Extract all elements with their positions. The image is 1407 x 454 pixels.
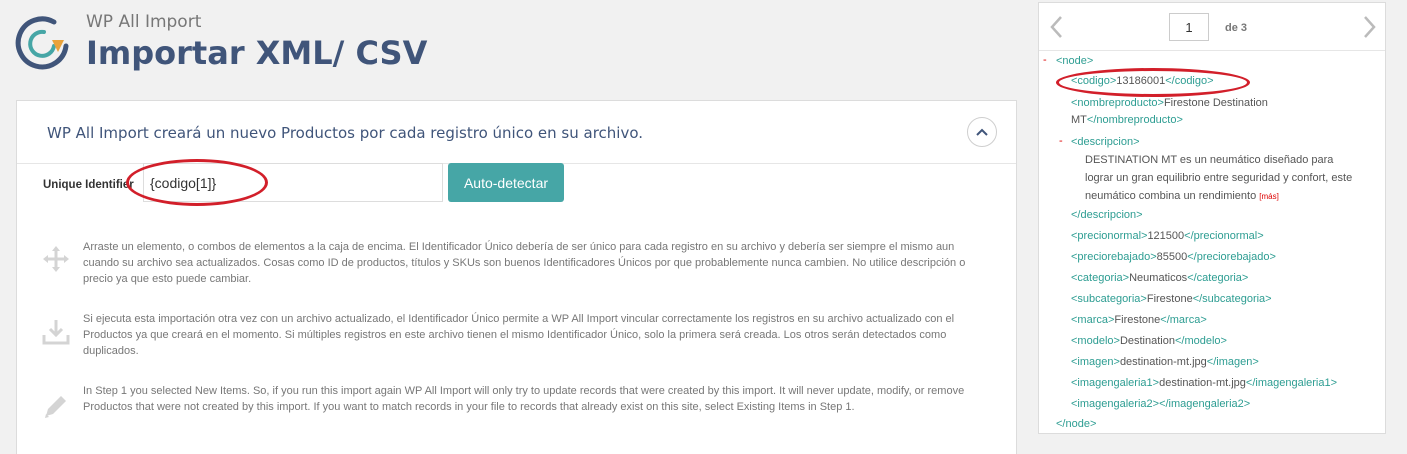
xml-marca[interactable]: <marca>Firestone</marca> [1071, 313, 1207, 327]
xml-precionormal[interactable]: <precionormal>121500</precionormal> [1071, 229, 1264, 243]
pencil-icon [45, 396, 66, 418]
page-number-input[interactable] [1169, 13, 1209, 41]
xml-nombreproducto[interactable]: <nombreproducto>Firestone Destination [1071, 96, 1268, 110]
chevron-up-icon [976, 128, 988, 136]
xml-descripcion-close: </descripcion> [1071, 209, 1143, 221]
more-link[interactable]: [más] [1259, 192, 1279, 201]
xml-node-open[interactable]: <node> [1056, 54, 1093, 68]
collapse-node-toggle[interactable]: - [1043, 54, 1047, 66]
xml-preciorebajado[interactable]: <preciorebajado>85500</preciorebajado> [1071, 250, 1276, 264]
page-count: de 3 [1225, 22, 1248, 34]
xml-descripcion-text-3: neumático combina un rendimiento [más] [1085, 190, 1279, 202]
info-text-new-items: In Step 1 you selected New Items. So, if… [83, 385, 965, 413]
collapse-descripcion-toggle[interactable]: - [1059, 135, 1063, 147]
brand-name: WP All Import [86, 12, 202, 32]
xml-descripcion-open[interactable]: <descripcion> [1071, 135, 1140, 149]
xml-imagengaleria2[interactable]: <imagengaleria2></imagengaleria2> [1071, 397, 1250, 411]
xml-descripcion-text-1: DESTINATION MT es un neumático diseñado … [1085, 154, 1334, 166]
collapse-button[interactable] [967, 117, 997, 147]
xml-categoria[interactable]: <categoria>Neumaticos</categoria> [1071, 271, 1248, 285]
xml-subcategoria[interactable]: <subcategoria>Firestone</subcategoria> [1071, 292, 1272, 306]
wp-all-import-logo [15, 16, 69, 70]
xml-descripcion-text-2: lograr un gran equilibrio entre segurida… [1085, 172, 1353, 184]
panel-header: WP All Import creará un nuevo Productos … [17, 101, 1016, 164]
unique-identifier-panel: WP All Import creará un nuevo Productos … [16, 100, 1017, 454]
page-title: Importar XML/ CSV [86, 34, 428, 72]
download-icon [42, 320, 70, 345]
xml-modelo[interactable]: <modelo>Destination</modelo> [1071, 334, 1227, 348]
move-icon [43, 246, 69, 272]
chevron-right-icon[interactable] [1359, 15, 1379, 39]
chevron-left-icon[interactable] [1047, 15, 1067, 39]
info-text-unique: Arraste un elemento, o combos de element… [83, 241, 966, 285]
unique-identifier-input[interactable] [143, 163, 443, 202]
info-text-update: Si ejecuta esta importación otra vez con… [83, 313, 955, 357]
auto-detect-button[interactable]: Auto-detectar [448, 163, 564, 202]
xml-pagination: de 3 [1039, 3, 1385, 51]
xml-nombreproducto-cont: MT</nombreproducto> [1071, 114, 1183, 126]
unique-identifier-label: Unique Identifier [43, 179, 134, 191]
panel-title: WP All Import creará un nuevo Productos … [47, 124, 644, 142]
xml-node-close: </node> [1056, 418, 1097, 430]
xml-codigo[interactable]: <codigo>13186001</codigo> [1071, 74, 1214, 88]
xml-imagen[interactable]: <imagen>destination-mt.jpg</imagen> [1071, 355, 1259, 369]
xml-imagengaleria1[interactable]: <imagengaleria1>destination-mt.jpg</imag… [1071, 376, 1337, 390]
